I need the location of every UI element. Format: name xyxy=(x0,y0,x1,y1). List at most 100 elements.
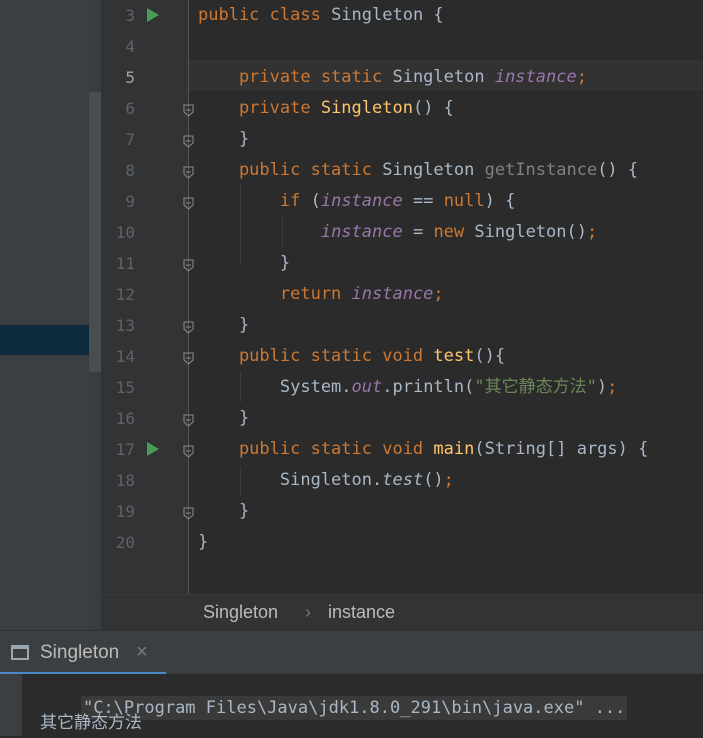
run-console[interactable]: "C:\Program Files\Java\jdk1.8.0_291\bin\… xyxy=(0,674,703,736)
code-token: ; xyxy=(607,377,618,397)
code-token: test xyxy=(382,470,424,490)
indent-guide xyxy=(240,466,241,496)
code-token: instance xyxy=(320,222,403,242)
code-line[interactable]: instance = new Singleton(); xyxy=(198,217,597,248)
code-token: Singleton() xyxy=(474,222,587,242)
fold-marker-icon[interactable] xyxy=(183,195,194,210)
code-token: getInstance xyxy=(484,160,598,180)
code-token: ) xyxy=(596,377,608,397)
indent-guide xyxy=(240,185,241,265)
fold-marker-icon[interactable] xyxy=(183,164,194,179)
code-token: public static void xyxy=(198,439,434,459)
project-panel xyxy=(0,0,101,630)
line-number[interactable]: 16 xyxy=(101,403,135,434)
code-token: null xyxy=(443,191,485,211)
code-token: ; xyxy=(576,67,587,87)
line-number[interactable]: 3 xyxy=(101,0,135,31)
fold-marker-icon[interactable] xyxy=(183,350,194,365)
code-token: public static void xyxy=(198,346,434,366)
fold-marker-icon[interactable] xyxy=(183,443,194,458)
code-token: (String[] args) { xyxy=(474,439,649,459)
run-gutter-icon[interactable] xyxy=(147,8,159,22)
code-token: (){ xyxy=(474,346,506,366)
code-line[interactable]: } xyxy=(198,496,249,527)
code-token: new xyxy=(433,222,475,242)
console-output-line: 其它静态方法 xyxy=(40,713,142,733)
line-number[interactable]: 19 xyxy=(101,496,135,527)
code-token: ; xyxy=(586,222,598,242)
line-number[interactable]: 17 xyxy=(101,434,135,465)
breadcrumb-class[interactable]: Singleton xyxy=(203,602,278,623)
line-number[interactable]: 10 xyxy=(101,217,135,248)
line-number[interactable]: 8 xyxy=(101,155,135,186)
fold-marker-icon[interactable] xyxy=(183,133,194,148)
line-number[interactable]: 12 xyxy=(101,279,135,310)
code-token: ; xyxy=(433,284,444,304)
line-number[interactable]: 14 xyxy=(101,341,135,372)
line-number[interactable]: 13 xyxy=(101,310,135,341)
run-tab-label: Singleton xyxy=(40,642,120,663)
code-token: public class xyxy=(198,5,332,25)
close-icon[interactable]: × xyxy=(136,641,148,664)
line-number[interactable]: 15 xyxy=(101,372,135,403)
code-line[interactable]: } xyxy=(198,248,290,279)
line-number[interactable]: 7 xyxy=(101,124,135,155)
line-number[interactable]: 5 xyxy=(101,62,135,93)
code-token: Singleton xyxy=(382,160,485,180)
code-token: instance xyxy=(351,284,434,304)
code-token: public static xyxy=(198,160,383,180)
code-token: test xyxy=(433,346,475,366)
code-line[interactable]: if (instance == null) { xyxy=(198,186,515,217)
line-number[interactable]: 18 xyxy=(101,465,135,496)
code-token: () { xyxy=(597,160,639,180)
fold-marker-icon[interactable] xyxy=(183,412,194,427)
code-token: Singleton xyxy=(320,98,413,118)
code-line[interactable]: private static Singleton instance; xyxy=(198,62,587,93)
fold-marker-icon[interactable] xyxy=(183,257,194,272)
code-line[interactable]: public class Singleton { xyxy=(198,0,444,31)
line-number[interactable]: 11 xyxy=(101,248,135,279)
run-gutter-icon[interactable] xyxy=(147,442,159,456)
run-tab[interactable]: Singleton × xyxy=(0,631,166,675)
fold-marker-icon[interactable] xyxy=(183,319,194,334)
code-token: () xyxy=(423,470,444,490)
breadcrumb-separator: › xyxy=(305,602,311,622)
project-selected-row[interactable] xyxy=(0,325,89,355)
code-line[interactable]: public static void test(){ xyxy=(198,341,505,372)
code-line[interactable]: public static Singleton getInstance() { xyxy=(198,155,638,186)
breadcrumb-member[interactable]: instance xyxy=(328,602,395,623)
line-number[interactable]: 4 xyxy=(101,31,135,62)
code-line[interactable]: System.out.println("其它静态方法"); xyxy=(198,372,617,403)
code-token: "其它静态方法" xyxy=(474,377,597,397)
code-token: } xyxy=(198,501,250,521)
code-token: } xyxy=(198,253,291,273)
line-number[interactable]: 9 xyxy=(101,186,135,217)
code-line[interactable]: public static void main(String[] args) { xyxy=(198,434,648,465)
project-scrollbar[interactable] xyxy=(89,92,101,372)
code-token: = xyxy=(402,222,434,242)
code-line[interactable]: } xyxy=(198,124,249,155)
code-line[interactable]: } xyxy=(198,310,249,341)
line-number[interactable]: 6 xyxy=(101,93,135,124)
console-command: "C:\Program Files\Java\jdk1.8.0_291\bin\… xyxy=(80,696,628,720)
code-token: == xyxy=(402,191,444,211)
indent-guide xyxy=(240,372,241,402)
fold-marker-icon[interactable] xyxy=(183,505,194,520)
code-token: out xyxy=(351,377,383,397)
code-token: return xyxy=(198,284,352,304)
code-token: instance xyxy=(494,67,577,87)
code-token: Singleton { xyxy=(331,5,444,25)
line-number[interactable]: 20 xyxy=(101,527,135,558)
code-line[interactable]: Singleton.test(); xyxy=(198,465,454,496)
code-token: main xyxy=(433,439,475,459)
code-line[interactable]: return instance; xyxy=(198,279,444,310)
fold-marker-icon[interactable] xyxy=(183,102,194,117)
code-line[interactable]: private Singleton() { xyxy=(198,93,454,124)
code-token: if xyxy=(198,191,311,211)
code-token: private xyxy=(198,98,321,118)
code-line[interactable]: } xyxy=(198,527,208,558)
code-line[interactable]: } xyxy=(198,403,249,434)
code-token: Singleton xyxy=(392,67,495,87)
code-token: } xyxy=(198,408,250,428)
